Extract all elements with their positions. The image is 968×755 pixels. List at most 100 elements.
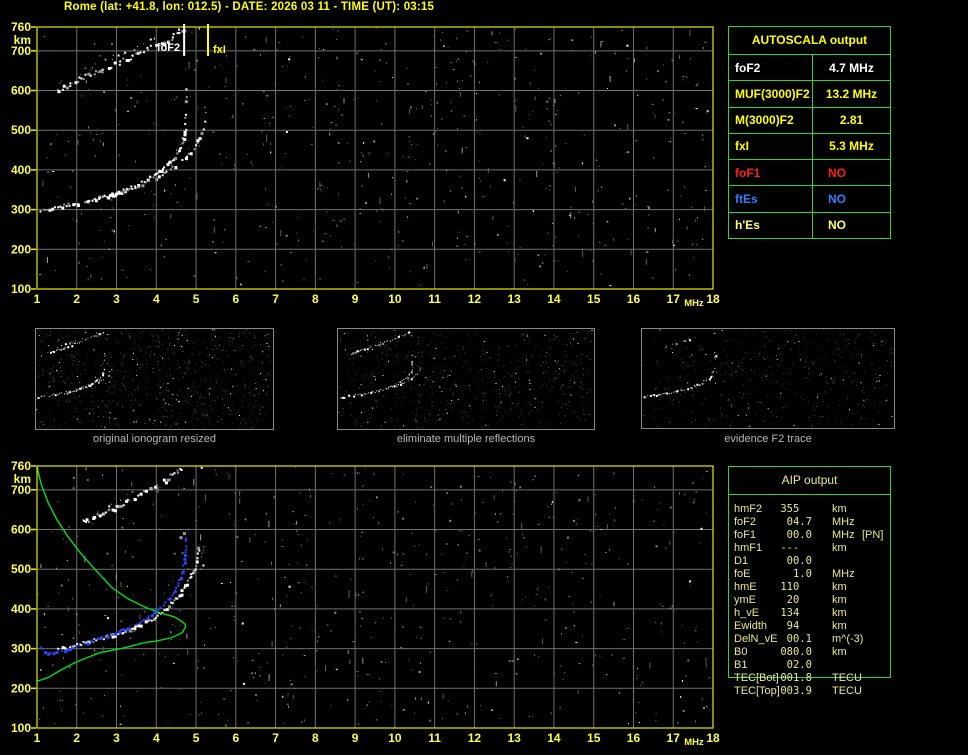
autoscala-window: Rome (lat: +41.8, lon: 012.5) - DATE: 20… xyxy=(0,0,968,755)
svg-text:16: 16 xyxy=(627,292,641,306)
svg-text:4: 4 xyxy=(153,292,160,306)
ionogram-profile-plot: 760700600500400300200100km1 2 3 4 5 6 7 8 9 10 11 1… xyxy=(11,459,720,748)
svg-text:9: 9 xyxy=(352,731,359,745)
aip-param-value: 001.8 xyxy=(774,672,812,684)
svg-text:500: 500 xyxy=(11,123,31,137)
aip-param-label: TEC[Bot] xyxy=(734,672,779,684)
svg-text:18: 18 xyxy=(706,731,720,745)
fxi-value: 5.3 MHz xyxy=(829,139,874,154)
aip-row-b0: B0 080.0 km xyxy=(728,646,891,659)
ftes-value: NO xyxy=(828,192,846,207)
svg-text:17: 17 xyxy=(667,292,681,306)
svg-text:10: 10 xyxy=(388,731,402,745)
svg-text:500: 500 xyxy=(11,562,31,576)
hpes-value: NO xyxy=(828,218,846,233)
svg-text:9: 9 xyxy=(352,292,359,306)
svg-text:200: 200 xyxy=(11,242,31,256)
aip-row-foe: foE 1.0 MHz xyxy=(728,568,891,581)
svg-text:100: 100 xyxy=(11,282,31,296)
svg-text:300: 300 xyxy=(11,642,31,656)
table-row-ftes: ftEs NO xyxy=(729,186,890,213)
aip-param-label: D1 xyxy=(734,555,749,567)
thumbnail-eliminate-reflections xyxy=(337,328,595,430)
svg-text:3: 3 xyxy=(113,292,120,306)
svg-text:18: 18 xyxy=(706,292,720,306)
aip-param-label: foF1 xyxy=(734,529,757,541)
ftes-label: ftEs xyxy=(729,186,813,212)
muf3000f2-label: MUF(3000)F2 xyxy=(729,81,813,107)
hpes-label: h'Es xyxy=(729,212,813,238)
muf3000f2-value: 13.2 MHz xyxy=(825,86,878,101)
svg-text:14: 14 xyxy=(547,731,561,745)
svg-text:15: 15 xyxy=(587,731,601,745)
aip-param-value: 94 xyxy=(774,620,800,632)
svg-text:km: km xyxy=(14,33,31,47)
aip-param-label: hmE xyxy=(734,581,757,593)
svg-text:MHz: MHz xyxy=(684,298,704,309)
aip-param-label: foF2 xyxy=(734,516,757,528)
aip-param-value: 04.7 xyxy=(774,516,812,528)
svg-text:km: km xyxy=(14,472,31,486)
aip-row-hmf2: hmF2 355 km xyxy=(728,503,891,516)
aip-row-tec-bot-: TEC[Bot] 001.8 TECU xyxy=(728,672,891,685)
aip-param-value: --- xyxy=(774,542,800,554)
aip-param-unit: km xyxy=(832,594,847,606)
svg-text:15: 15 xyxy=(587,292,601,306)
thumbnail-caption-original: original ionogram resized xyxy=(93,433,216,445)
svg-text:760: 760 xyxy=(11,459,31,473)
svg-text:fxI: fxI xyxy=(213,44,226,56)
aip-param-unit: km xyxy=(832,607,847,619)
svg-text:17: 17 xyxy=(667,731,681,745)
aip-param-value: 00.1 xyxy=(774,633,812,645)
svg-text:10: 10 xyxy=(388,292,402,306)
thumbnail-caption-evidence: evidence F2 trace xyxy=(724,433,812,445)
fof2-label: foF2 xyxy=(729,55,813,81)
aip-param-value: 134 xyxy=(774,607,800,619)
fof1-label: foF1 xyxy=(729,160,813,186)
table-row-hpes: h'Es NO xyxy=(729,212,890,238)
svg-text:2: 2 xyxy=(73,292,80,306)
table-row-muf3000f2: MUF(3000)F2 13.2 MHz xyxy=(729,81,890,108)
m3000f2-value: 2.81 xyxy=(839,113,864,128)
autoscala-output-table: AUTOSCALA output foF2 4.7 MHz MUF(3000)F… xyxy=(728,26,891,239)
aip-param-value: 00.0 xyxy=(774,555,812,567)
aip-row-yme: ymE 20 km xyxy=(728,594,891,607)
aip-param-value: 00.0 xyxy=(774,529,812,541)
aip-param-label: foE xyxy=(734,568,751,580)
svg-text:12: 12 xyxy=(468,731,482,745)
table-row-fxi: fxI 5.3 MHz xyxy=(729,133,890,161)
svg-text:6: 6 xyxy=(232,731,239,745)
aip-param-value: 02.0 xyxy=(774,659,812,671)
table-row-fof1: foF1 NO xyxy=(729,160,890,187)
svg-text:foF2: foF2 xyxy=(157,42,180,54)
aip-param-unit: km xyxy=(832,620,847,632)
aip-param-label: hmF2 xyxy=(734,503,763,515)
svg-text:300: 300 xyxy=(11,203,31,217)
aip-row-tec-top-: TEC[Top] 003.9 TECU xyxy=(728,685,891,698)
autoscala-table-header: AUTOSCALA output xyxy=(729,27,890,55)
fof1-value: NO xyxy=(828,165,846,180)
m3000f2-label: M(3000)F2 xyxy=(729,107,813,133)
aip-param-value: 1.0 xyxy=(774,568,812,580)
aip-param-unit: TECU xyxy=(832,672,862,684)
aip-row-fof1: foF1 00.0 MHz [PN] xyxy=(728,529,891,542)
aip-row-d1: D1 00.0 xyxy=(728,555,891,568)
svg-text:MHz: MHz xyxy=(684,737,704,748)
fof2-value: 4.7 MHz xyxy=(829,60,874,75)
aip-row-hmf1: hmF1 --- km xyxy=(728,542,891,555)
table-row-m3000f2: M(3000)F2 2.81 xyxy=(729,107,890,134)
svg-text:600: 600 xyxy=(11,84,31,98)
svg-text:6: 6 xyxy=(232,292,239,306)
aip-param-label: B1 xyxy=(734,659,748,671)
svg-text:1: 1 xyxy=(34,292,41,306)
svg-text:100: 100 xyxy=(11,721,31,735)
aip-param-label: B0 xyxy=(734,646,748,658)
svg-text:1: 1 xyxy=(34,731,41,745)
aip-param-value: 20 xyxy=(774,594,800,606)
aip-param-label: TEC[Top] xyxy=(734,685,780,697)
aip-table-header: AIP output xyxy=(729,467,890,495)
aip-param-value: 003.9 xyxy=(774,685,812,697)
aip-param-unit: km xyxy=(832,581,847,593)
ionogram-main-plot: 760700600500400300200100km1 2 3 4 5 6 7 8 9 10 11 1… xyxy=(11,20,720,309)
svg-text:400: 400 xyxy=(11,163,31,177)
